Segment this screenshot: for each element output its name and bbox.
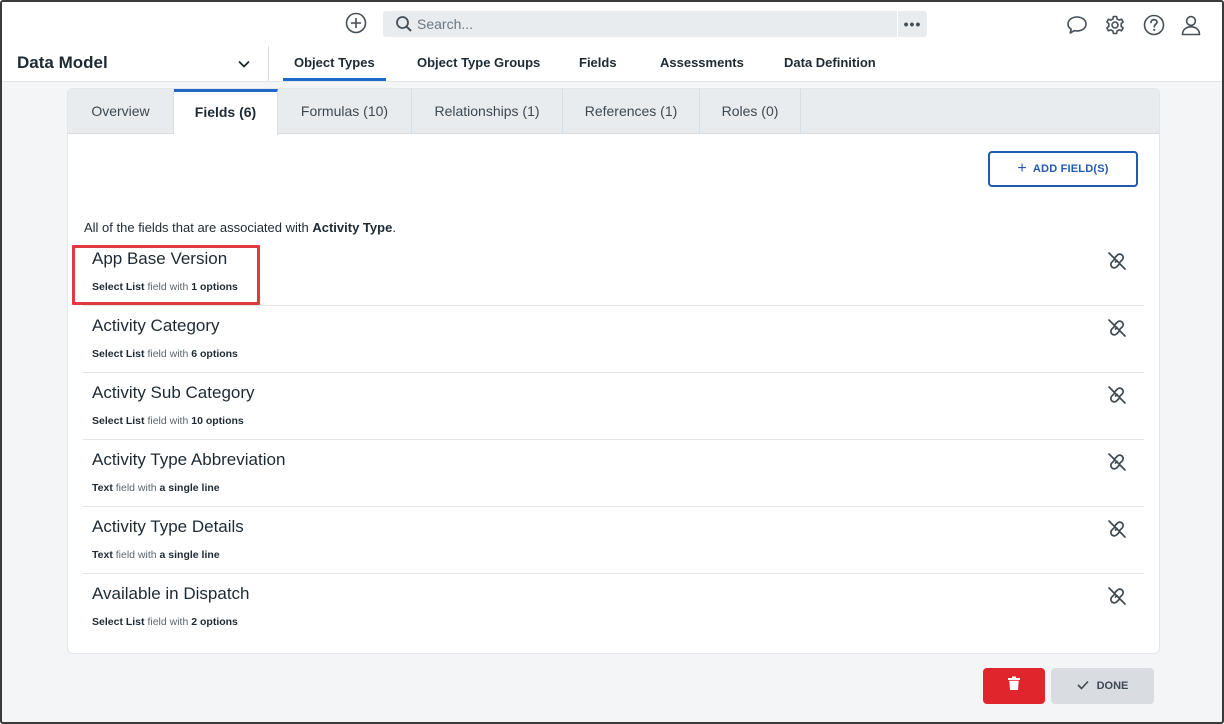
user-icon[interactable]: [1179, 13, 1203, 37]
search-bar: •••: [383, 11, 927, 37]
module-selector[interactable]: Data Model: [2, 46, 269, 81]
detail-tabs: Overview Fields (6) Formulas (10) Relati…: [68, 89, 1159, 135]
tab-overview[interactable]: Overview: [68, 89, 174, 134]
done-button[interactable]: DONE: [1051, 668, 1154, 704]
unlink-icon[interactable]: [1106, 452, 1128, 477]
trash-icon: [1007, 676, 1021, 696]
add-fields-label: ADD FIELD(S): [1032, 163, 1109, 175]
unlink-icon[interactable]: [1106, 385, 1128, 410]
module-title: Data Model: [17, 53, 108, 72]
tab-roles[interactable]: Roles (0): [700, 89, 801, 134]
field-description: Text field with a single line: [92, 549, 220, 561]
search-input[interactable]: [417, 14, 887, 34]
field-name: Activity Category: [92, 316, 220, 335]
field-description: Select List field with 10 options: [92, 415, 244, 427]
search-icon: [395, 15, 413, 38]
field-description: Select List field with 1 options: [92, 281, 238, 293]
gear-icon[interactable]: [1103, 13, 1127, 37]
list-item[interactable]: Available in Dispatch Select List field …: [83, 574, 1144, 641]
tab-references[interactable]: References (1): [563, 89, 700, 134]
field-description: Select List field with 6 options: [92, 348, 238, 360]
field-name: Activity Type Details: [92, 517, 244, 536]
field-name: App Base Version: [92, 249, 228, 268]
delete-button[interactable]: [983, 668, 1045, 704]
top-bar: •••: [2, 2, 1222, 46]
list-item[interactable]: Activity Category Select List field with…: [83, 306, 1144, 373]
fields-intro: All of the fields that are associated wi…: [84, 220, 396, 235]
field-name: Activity Type Abbreviation: [92, 450, 286, 469]
tab-object-types[interactable]: Object Types: [283, 46, 386, 81]
add-fields-button[interactable]: + ADD FIELD(S): [988, 151, 1138, 187]
chat-icon[interactable]: [1065, 13, 1089, 37]
list-item[interactable]: Activity Type Details Text field with a …: [83, 507, 1144, 574]
field-name: Activity Sub Category: [92, 383, 255, 402]
unlink-icon[interactable]: [1106, 251, 1128, 276]
unlink-icon[interactable]: [1106, 318, 1128, 343]
field-description: Select List field with 2 options: [92, 616, 238, 628]
field-name: Available in Dispatch: [92, 584, 250, 603]
tab-relationships[interactable]: Relationships (1): [412, 89, 563, 134]
unlink-icon[interactable]: [1106, 519, 1128, 544]
app-window: ••• Data Model Object Types Object Type …: [0, 0, 1224, 724]
plus-icon: +: [1017, 160, 1027, 177]
unlink-icon[interactable]: [1106, 586, 1128, 611]
list-item[interactable]: App Base Version Select List field with …: [83, 239, 1144, 306]
done-label: DONE: [1096, 680, 1129, 692]
tab-formulas[interactable]: Formulas (10): [278, 89, 412, 134]
help-icon[interactable]: [1142, 13, 1166, 37]
secondary-nav: Data Model Object Types Object Type Grou…: [2, 46, 1222, 82]
tab-data-definition[interactable]: Data Definition: [784, 46, 876, 81]
tab-fields-count[interactable]: Fields (6): [174, 89, 278, 135]
plus-circle-icon[interactable]: [344, 11, 368, 35]
tab-fields[interactable]: Fields: [579, 46, 617, 81]
field-description: Text field with a single line: [92, 482, 220, 494]
list-item[interactable]: Activity Sub Category Select List field …: [83, 373, 1144, 440]
tab-assessments[interactable]: Assessments: [660, 46, 744, 81]
check-icon: [1077, 680, 1089, 693]
tab-object-type-groups[interactable]: Object Type Groups: [417, 46, 540, 81]
list-item[interactable]: Activity Type Abbreviation Text field wi…: [83, 440, 1144, 507]
more-options-button[interactable]: •••: [897, 11, 927, 37]
chevron-down-icon: [236, 56, 252, 77]
field-list: App Base Version Select List field with …: [83, 239, 1144, 641]
object-detail-card: Overview Fields (6) Formulas (10) Relati…: [67, 88, 1160, 654]
